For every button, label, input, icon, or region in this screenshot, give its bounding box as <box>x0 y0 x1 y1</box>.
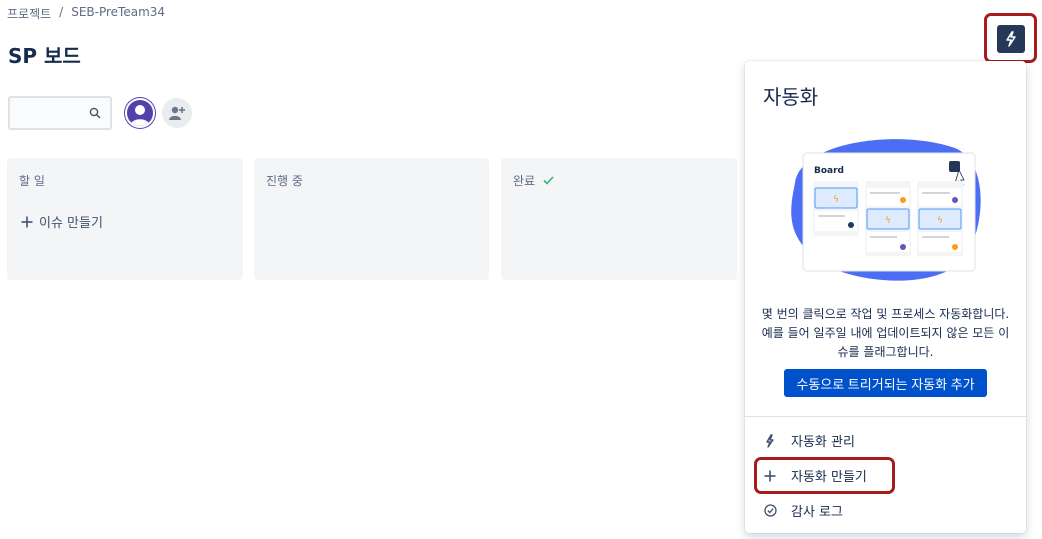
highlight-automation-button <box>984 13 1037 63</box>
lightning-icon <box>763 433 777 448</box>
avatar[interactable] <box>125 98 155 128</box>
create-issue-label: 이슈 만들기 <box>39 216 103 231</box>
breadcrumb-separator: / <box>59 5 64 19</box>
check-icon <box>543 176 554 185</box>
search-input[interactable] <box>8 96 112 130</box>
column-title: 완료 <box>513 172 554 189</box>
menu-item-manage-automation[interactable]: 자동화 관리 <box>763 431 855 450</box>
check-circle-icon <box>763 504 777 518</box>
highlight-create-automation <box>754 457 895 494</box>
breadcrumb: 프로젝트 / SEB-PreTeam34 <box>7 5 165 22</box>
page-title: SP 보드 <box>8 44 81 68</box>
column-title: 할 일 <box>19 174 45 188</box>
user-icon <box>130 105 150 126</box>
add-person-icon <box>169 106 185 120</box>
add-person-button[interactable] <box>162 98 192 128</box>
panel-description: 몇 번의 클릭으로 작업 및 프로세스 자동화합니다. 예를 들어 일주일 내에… <box>761 307 1010 359</box>
divider <box>745 416 1026 417</box>
illustration-board-label: Board <box>814 166 844 176</box>
automation-illustration: Board ϟ ϟ ϟ <box>791 139 981 281</box>
column-in-progress: 진행 중 <box>254 158 489 280</box>
svg-text:ϟ: ϟ <box>885 216 891 226</box>
search-icon <box>89 107 101 119</box>
svg-text:ϟ: ϟ <box>937 216 943 226</box>
menu-item-audit-log[interactable]: 감사 로그 <box>763 501 843 520</box>
plus-icon <box>21 216 33 227</box>
create-issue-button[interactable]: 이슈 만들기 <box>21 212 103 231</box>
breadcrumb-project[interactable]: 프로젝트 <box>7 5 51 22</box>
column-done: 완료 <box>501 158 737 280</box>
breadcrumb-current[interactable]: SEB-PreTeam34 <box>71 5 165 22</box>
column-title: 진행 중 <box>266 174 303 188</box>
svg-text:ϟ: ϟ <box>833 195 839 205</box>
add-manual-automation-button[interactable]: 수동으로 트리거되는 자동화 추가 <box>784 369 987 397</box>
panel-title: 자동화 <box>763 85 819 109</box>
column-todo: 할 일 이슈 만들기 <box>7 158 243 280</box>
